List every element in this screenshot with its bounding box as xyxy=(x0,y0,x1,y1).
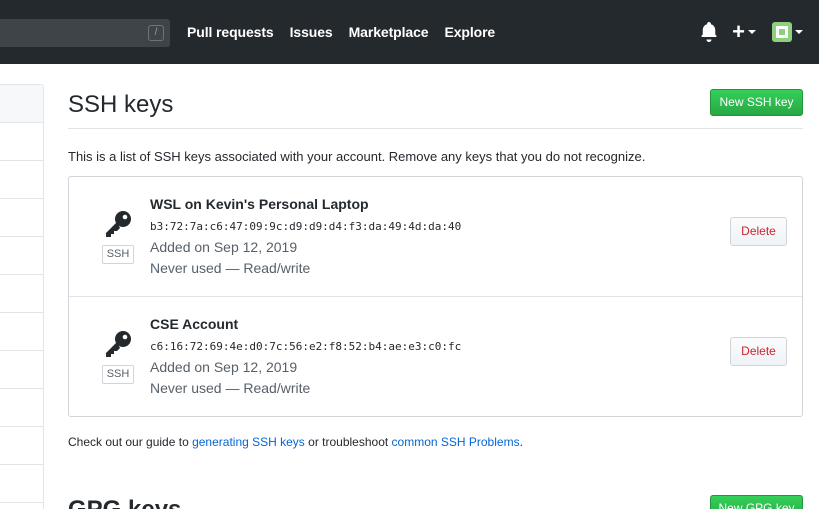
title-divider xyxy=(68,128,803,129)
sidebar-item[interactable] xyxy=(0,427,43,465)
caret-down-icon xyxy=(748,30,756,34)
key-icon xyxy=(106,211,131,237)
key-added-date: Added on Sep 12, 2019 xyxy=(150,359,298,375)
ssh-keys-description: This is a list of SSH keys associated wi… xyxy=(68,149,646,164)
key-fingerprint: b3:72:7a:c6:47:09:9c:d9:d9:d4:f3:da:49:4… xyxy=(150,220,462,233)
search-input[interactable]: / xyxy=(0,19,170,47)
sidebar-item[interactable] xyxy=(0,199,43,237)
sidebar-item[interactable] xyxy=(0,85,43,123)
nav-pull-requests[interactable]: Pull requests xyxy=(187,24,274,40)
nav-marketplace[interactable]: Marketplace xyxy=(349,24,429,40)
create-new-dropdown[interactable]: + xyxy=(732,19,756,44)
caret-down-icon xyxy=(795,30,803,34)
sidebar-item[interactable] xyxy=(0,351,43,389)
avatar xyxy=(772,22,792,42)
sidebar-item[interactable] xyxy=(0,275,43,313)
settings-sidebar xyxy=(0,84,44,509)
ssh-help-text: Check out our guide to generating SSH ke… xyxy=(68,435,523,449)
delete-key-button[interactable]: Delete xyxy=(730,337,787,366)
key-fingerprint: c6:16:72:69:4e:d0:7c:56:e2:f8:52:b4:ae:e… xyxy=(150,340,462,353)
ssh-badge: SSH xyxy=(102,365,134,384)
page-title: SSH keys xyxy=(68,91,174,118)
sidebar-item[interactable] xyxy=(0,389,43,427)
ssh-key-item: SSH CSE Account c6:16:72:69:4e:d0:7c:56:… xyxy=(69,297,802,417)
nav-issues[interactable]: Issues xyxy=(290,24,333,40)
user-menu-dropdown[interactable] xyxy=(772,22,803,42)
sidebar-item[interactable] xyxy=(0,237,43,275)
new-ssh-key-button[interactable]: New SSH key xyxy=(710,89,803,116)
top-header: / Pull requests Issues Marketplace Explo… xyxy=(0,0,819,64)
header-nav: Pull requests Issues Marketplace Explore xyxy=(187,24,495,40)
ssh-keys-list: SSH WSL on Kevin's Personal Laptop b3:72… xyxy=(68,176,803,417)
common-ssh-problems-link[interactable]: common SSH Problems xyxy=(392,435,520,449)
header-actions: + xyxy=(700,19,803,44)
ssh-badge: SSH xyxy=(102,245,134,264)
sidebar-item[interactable] xyxy=(0,123,43,161)
nav-explore[interactable]: Explore xyxy=(444,24,495,40)
sidebar-item[interactable] xyxy=(0,313,43,351)
search-shortcut-hint: / xyxy=(148,25,164,41)
ssh-key-item: SSH WSL on Kevin's Personal Laptop b3:72… xyxy=(69,177,802,297)
key-usage-status: Never used — Read/write xyxy=(150,260,311,276)
generating-ssh-keys-link[interactable]: generating SSH keys xyxy=(192,435,305,449)
delete-key-button[interactable]: Delete xyxy=(730,217,787,246)
sidebar-item[interactable] xyxy=(0,161,43,199)
new-gpg-key-button[interactable]: New GPG key xyxy=(710,495,803,509)
key-title: WSL on Kevin's Personal Laptop xyxy=(150,196,369,212)
help-suffix: . xyxy=(519,435,523,449)
key-added-date: Added on Sep 12, 2019 xyxy=(150,239,298,255)
help-prefix: Check out our guide to xyxy=(68,435,193,449)
key-title: CSE Account xyxy=(150,316,239,332)
plus-icon: + xyxy=(732,19,745,44)
key-icon xyxy=(106,331,131,357)
help-middle: or troubleshoot xyxy=(304,435,392,449)
bell-icon[interactable] xyxy=(700,22,718,42)
sidebar-item[interactable] xyxy=(0,465,43,503)
gpg-section-title: GPG keys xyxy=(68,496,181,509)
key-usage-status: Never used — Read/write xyxy=(150,380,311,396)
